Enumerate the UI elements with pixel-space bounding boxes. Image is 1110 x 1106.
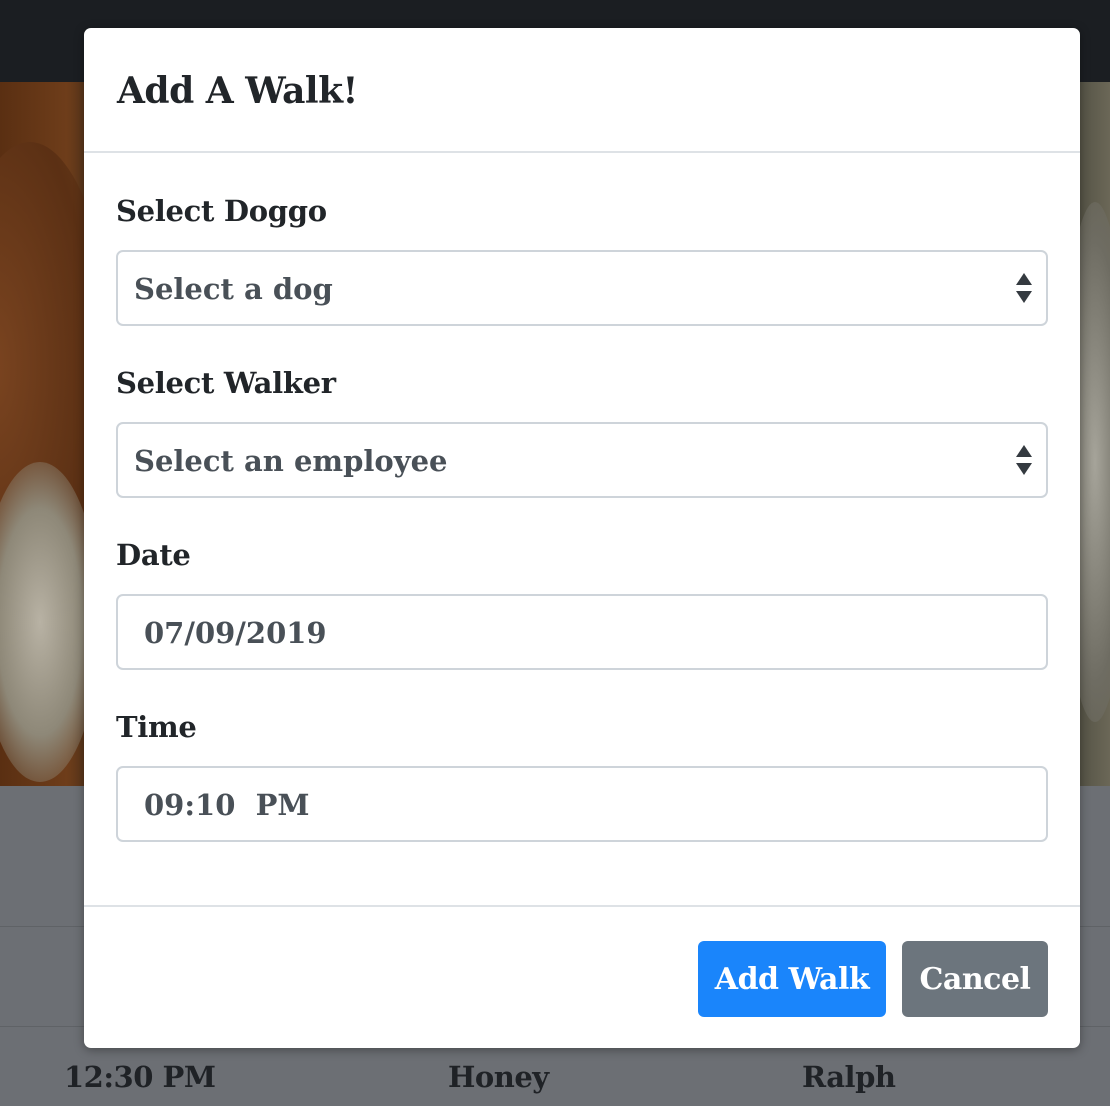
- table-cell-time: 12:30 PM: [64, 1060, 216, 1094]
- date-label: Date: [116, 538, 191, 572]
- walker-select[interactable]: Select an employee: [116, 422, 1048, 498]
- page: 12:30 PM Honey Ralph Add A Walk! Select …: [0, 0, 1110, 1106]
- modal-title: Add A Walk!: [117, 70, 358, 112]
- add-walk-modal: Add A Walk! Select Doggo Select a dog Se…: [84, 28, 1080, 1048]
- time-input-value: 09:10 PM: [144, 788, 310, 822]
- walker-select-value: Select an employee: [134, 444, 448, 478]
- modal-footer: Add Walk Cancel: [84, 905, 1080, 1048]
- select-walker-label: Select Walker: [116, 366, 336, 400]
- up-down-caret-icon: [1016, 273, 1032, 303]
- modal-header: Add A Walk!: [84, 28, 1080, 153]
- date-input-value: 07/09/2019: [144, 616, 327, 650]
- dog-select-value: Select a dog: [134, 272, 333, 306]
- table-cell-walker: Ralph: [802, 1060, 896, 1094]
- date-input[interactable]: 07/09/2019: [116, 594, 1048, 670]
- select-doggo-label: Select Doggo: [116, 194, 327, 228]
- dog-select[interactable]: Select a dog: [116, 250, 1048, 326]
- table-cell-dog: Honey: [448, 1060, 549, 1094]
- time-label: Time: [116, 710, 197, 744]
- cancel-button[interactable]: Cancel: [902, 941, 1048, 1017]
- add-walk-button[interactable]: Add Walk: [698, 941, 886, 1017]
- time-input[interactable]: 09:10 PM: [116, 766, 1048, 842]
- up-down-caret-icon: [1016, 445, 1032, 475]
